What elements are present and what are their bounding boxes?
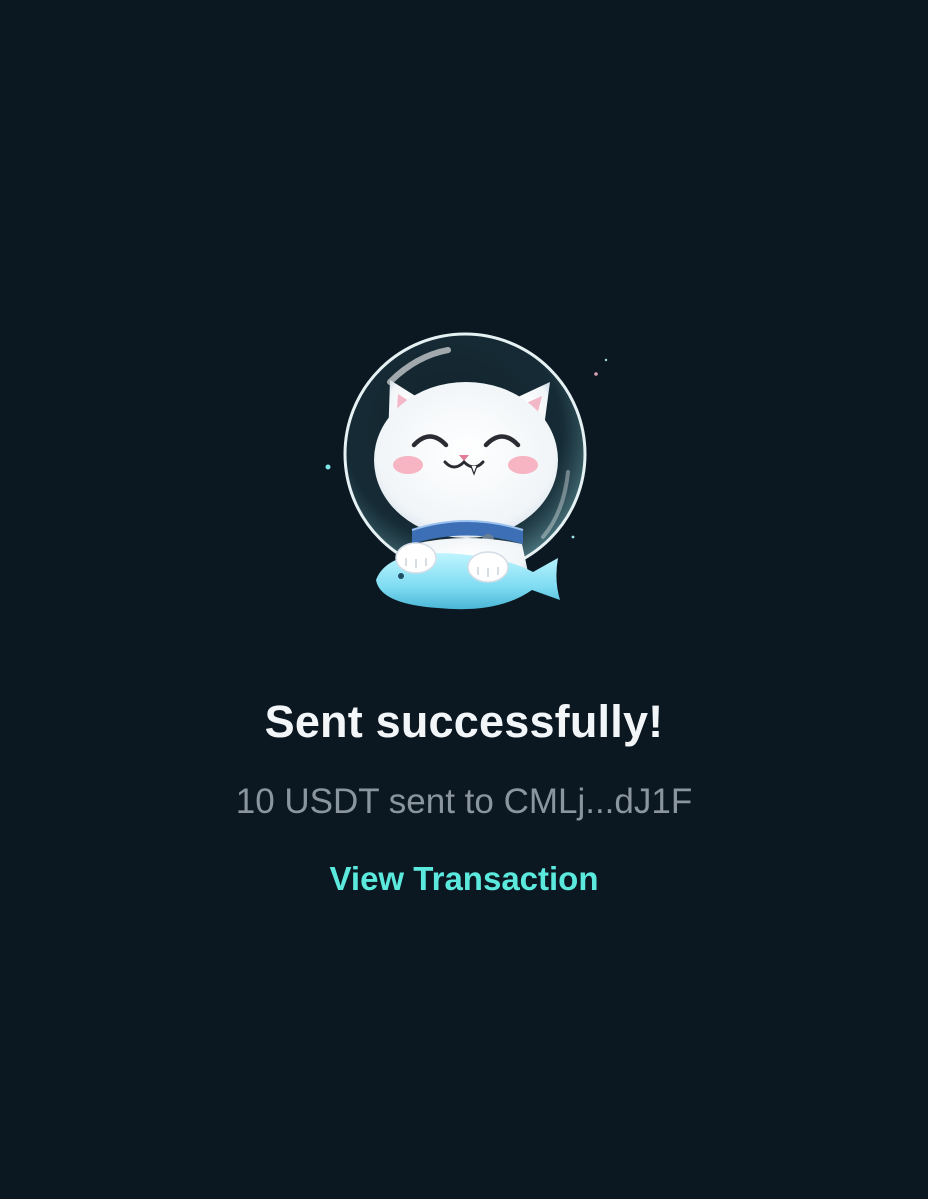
view-transaction-container: View Transaction: [0, 860, 928, 898]
transfer-summary: 10 USDT sent to CMLj...dJ1F: [235, 782, 693, 821]
view-transaction-link[interactable]: View Transaction: [330, 860, 599, 897]
success-title: Sent successfully!: [264, 696, 664, 747]
success-screen: Sent successfully! 10 USDT sent to CMLj.…: [0, 0, 928, 1199]
astronaut-cat-icon: [325, 332, 608, 610]
